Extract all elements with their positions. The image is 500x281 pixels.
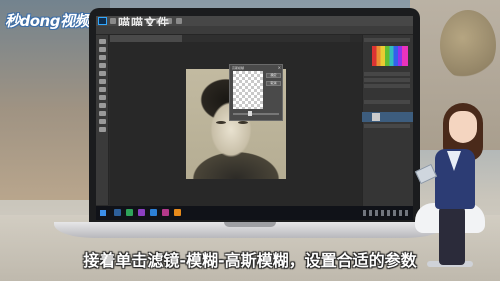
channel-logo: 秒dong视频 <box>5 12 89 30</box>
dialog-title: 高斯模糊 <box>232 66 245 70</box>
tablet-icon <box>414 163 438 185</box>
taskbar-app-icon[interactable] <box>114 209 121 216</box>
taskbar-app-icon[interactable] <box>126 209 133 216</box>
layers-header[interactable] <box>364 100 410 104</box>
gradient-tool-icon[interactable] <box>99 103 106 108</box>
taskbar-app-icon[interactable] <box>174 209 181 216</box>
laptop-notch <box>224 222 276 227</box>
eraser-tool-icon[interactable] <box>99 95 106 100</box>
blur-preview[interactable] <box>233 71 263 109</box>
system-tray[interactable] <box>363 210 409 216</box>
ps-toolbar <box>96 35 109 205</box>
ps-menu-bar: 喵喵文件 <box>96 16 413 30</box>
swatches-panel[interactable] <box>372 46 408 66</box>
photo-eye <box>238 121 248 124</box>
photo-eye <box>216 121 226 124</box>
layer-row[interactable] <box>364 124 410 128</box>
marquee-tool-icon[interactable] <box>99 47 106 52</box>
layer-thumbnail <box>372 113 380 121</box>
taskbar-app-icon[interactable] <box>138 209 145 216</box>
panel-header[interactable] <box>364 38 410 42</box>
brush-tool-icon[interactable] <box>99 79 106 84</box>
panel-header[interactable] <box>364 72 410 76</box>
subtitle-caption: 接着单击滤镜-模糊-高斯模糊，设置合适的参数 <box>83 251 417 270</box>
adjustment-row[interactable] <box>364 84 410 88</box>
layer-panel-icons <box>365 199 409 214</box>
crop-tool-icon[interactable] <box>99 63 106 68</box>
laptop-base <box>54 222 446 238</box>
ps-options-bar <box>96 26 413 35</box>
lasso-tool-icon[interactable] <box>99 55 106 60</box>
close-icon[interactable]: × <box>278 65 281 70</box>
radius-slider-handle[interactable] <box>248 111 252 116</box>
radius-slider-track[interactable] <box>233 113 279 115</box>
text-tool-icon[interactable] <box>99 119 106 124</box>
pen-tool-icon[interactable] <box>99 111 106 116</box>
adjustment-row[interactable] <box>364 78 410 82</box>
stamp-tool-icon[interactable] <box>99 87 106 92</box>
move-tool-icon[interactable] <box>99 39 106 44</box>
cancel-button[interactable]: 取消 <box>266 81 281 86</box>
background-plant <box>440 10 496 80</box>
menu-item[interactable] <box>110 18 116 24</box>
windows-taskbar <box>96 206 413 220</box>
gaussian-blur-dialog[interactable]: 高斯模糊 × 确定 取消 <box>229 64 283 121</box>
taskbar-app-icon[interactable] <box>150 209 157 216</box>
document-tab[interactable] <box>110 35 182 42</box>
windows-start-icon[interactable] <box>100 210 106 216</box>
presenter-face <box>449 111 477 143</box>
document-tabs <box>110 35 350 42</box>
hand-tool-icon[interactable] <box>99 127 106 132</box>
menu-item[interactable] <box>176 18 182 24</box>
eyedropper-tool-icon[interactable] <box>99 71 106 76</box>
ok-button[interactable]: 确定 <box>266 73 281 78</box>
photoshop-icon[interactable] <box>98 17 107 25</box>
taskbar-app-icon[interactable] <box>162 209 169 216</box>
